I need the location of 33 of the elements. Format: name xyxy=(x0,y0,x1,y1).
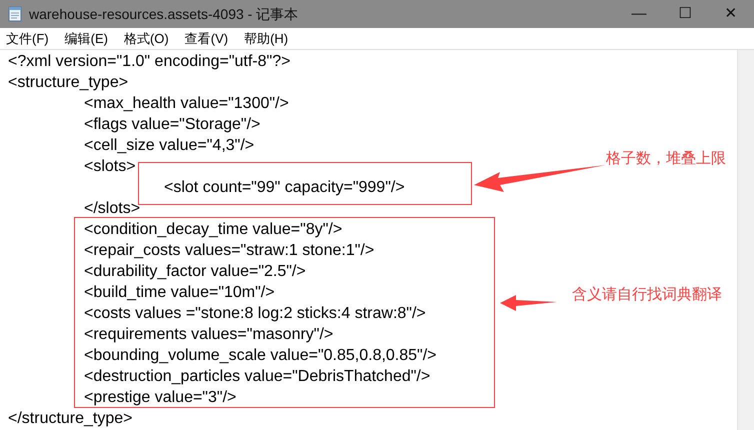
menu-item[interactable]: 查看(V) xyxy=(184,28,228,48)
code-line: <slot count="99" capacity="999"/> xyxy=(164,178,405,198)
code-line: <structure_type> xyxy=(8,72,128,92)
code-line: <build_time value="10m"/> xyxy=(84,282,275,302)
annotation-text: 格子数，堆叠上限 xyxy=(606,149,726,169)
code-line: <destruction_particles value="DebrisThatched"/> xyxy=(84,366,430,386)
code-line: <slots> xyxy=(84,156,136,176)
code-line: <flags value="Storage"/> xyxy=(84,114,260,134)
menu-item[interactable]: 帮助(H) xyxy=(244,28,288,48)
arrow-icon xyxy=(474,164,606,194)
code-line: <repair_costs values="straw:1 stone:1"/> xyxy=(84,240,374,260)
window-title: warehouse-resources.assets-4093 - 记事本 xyxy=(29,4,298,24)
code-line: <prestige value="3"/> xyxy=(84,388,236,408)
annotation-text: 含义请自行找词典翻译 xyxy=(572,285,722,305)
code-line: </slots> xyxy=(84,198,140,218)
arrow-icon xyxy=(500,295,557,311)
scrollbar[interactable] xyxy=(737,50,754,430)
close-button[interactable]: ✕ xyxy=(708,0,754,28)
menu-item[interactable]: 格式(O) xyxy=(124,28,169,48)
code-line: <costs values ="stone:8 log:2 sticks:4 straw:8"/> xyxy=(84,304,426,324)
maximize-button[interactable]: ☐ xyxy=(662,0,708,28)
minimize-button[interactable]: — xyxy=(616,0,662,28)
notepad-icon xyxy=(8,6,22,22)
code-line: <bounding_volume_scale value="0.85,0.8,0.85"/> xyxy=(84,346,437,366)
code-line: </structure_type> xyxy=(8,408,133,428)
code-line: <condition_decay_time value="8y"/> xyxy=(84,220,342,240)
code-line: <cell_size value="4,3"/> xyxy=(84,136,254,156)
menu-item[interactable]: 文件(F) xyxy=(6,28,49,48)
code-line: <?xml version="1.0" encoding="utf-8"?> xyxy=(8,52,290,72)
menu-item[interactable]: 编辑(E) xyxy=(64,28,108,48)
code-line: <max_health value="1300"/> xyxy=(84,94,289,114)
code-line: <durability_factor value="2.5"/> xyxy=(84,262,306,282)
code-line: <requirements values="masonry"/> xyxy=(84,324,334,344)
